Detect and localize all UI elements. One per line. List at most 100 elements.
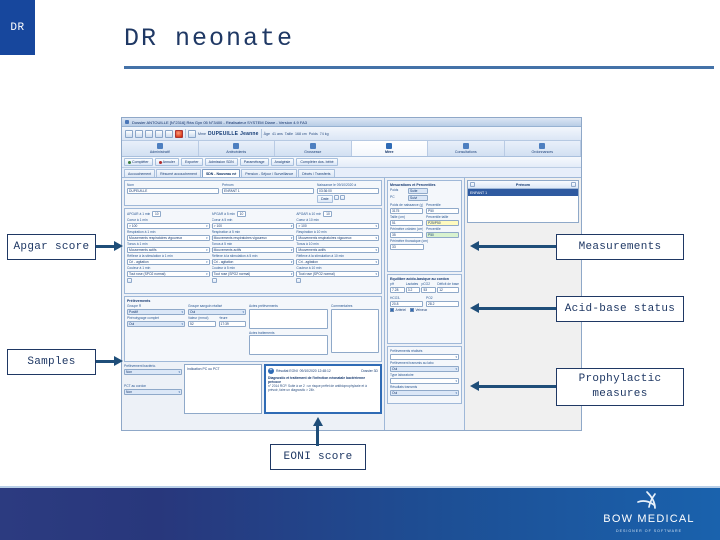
analgesie-button[interactable]: Analgésie	[270, 158, 295, 166]
main-tab-bar: Administratif Antécédents Grossesse Mère…	[122, 141, 581, 157]
perimetre-thoracique-input[interactable]: 33	[390, 243, 424, 250]
valeur-input[interactable]: 52	[188, 320, 216, 327]
prelevement-bacterio-select[interactable]: Non	[124, 368, 182, 375]
lactates-input[interactable]: 3.2	[405, 286, 421, 293]
actes-prelevements-textarea[interactable]	[249, 308, 328, 329]
exporter-button[interactable]: Exporter	[180, 158, 203, 166]
callout-label: EONI score	[283, 450, 353, 463]
apgar-5min-tonus[interactable]: Mouvements actifs	[211, 246, 295, 253]
prelevement-labo-select[interactable]: Oui	[390, 365, 459, 372]
apgar-10min-couleur[interactable]: Tout rose (SPO2 normal)	[296, 270, 380, 277]
eoni-indication-box[interactable]: Indication PC ou PCT	[184, 364, 262, 414]
tab-mere[interactable]: Mère	[351, 141, 428, 156]
prelevements-realises-select[interactable]	[390, 353, 459, 360]
apgar-10min-add-icon[interactable]	[296, 278, 302, 283]
field-label: Percentile taille	[426, 215, 449, 219]
field-label: Groupe sanguin réalisé	[188, 304, 223, 308]
field-label: Coeur à 1 min	[127, 218, 148, 222]
deficit-base-input[interactable]: 12	[437, 286, 460, 293]
record-icon[interactable]	[175, 129, 183, 138]
apgar-5min-reflexe[interactable]: Cri - agitation	[211, 258, 295, 265]
groupe-sanguin-select[interactable]: Oui	[188, 308, 246, 315]
subtab-sdn-nouveau-ne[interactable]: SDN - Nouveau né	[201, 169, 241, 177]
checkbox-icon	[390, 308, 394, 312]
tab-antecedents[interactable]: Antécédents	[199, 141, 275, 156]
apgar-1min-add-icon[interactable]	[127, 278, 132, 283]
field-label: Poids de naissance (g)	[390, 203, 423, 207]
ph-input[interactable]: 7.28	[390, 286, 405, 293]
apgar-5min-couleur[interactable]: Tout rose (SPO2 normal)	[211, 270, 295, 277]
resultats-transmis-select[interactable]: Oui	[390, 389, 459, 396]
admission-sdn-button[interactable]: Admission SDN	[204, 158, 238, 166]
subtab-accouchement[interactable]: Accouchement	[124, 169, 156, 177]
subtab-pension-sejour[interactable]: Pension - Séjour / Surveillance	[241, 169, 298, 177]
apgar-1min-couleur[interactable]: Tout rose (SPO2 normal)	[127, 270, 210, 277]
veineux-checkbox[interactable]: Veineux	[409, 308, 427, 312]
tab-grossesse[interactable]: Grossesse	[275, 141, 352, 156]
middle-column: Mesurations et Percentiles Poids Suite P…	[385, 178, 465, 430]
commentaires-textarea[interactable]	[331, 308, 379, 353]
callout-acid-base-arrow-line	[478, 307, 556, 310]
enfant-list-item[interactable]: ENFANT 1	[468, 189, 578, 196]
birth-time-input[interactable]: 03:36:00	[317, 187, 379, 194]
field-label: Commentaires	[331, 304, 353, 308]
apgar-5min-coeur[interactable]: > 100	[211, 222, 295, 229]
apgar-1min-reflexe[interactable]: Cri - agitation	[127, 258, 210, 265]
button-label: Date	[321, 197, 329, 201]
completer-button[interactable]: Compléter	[124, 158, 153, 166]
tab-ordonnances[interactable]: Ordonnances	[505, 141, 581, 156]
apgar-10min-tonus[interactable]: Mouvements actifs	[296, 246, 380, 253]
taille-input[interactable]: 51	[390, 219, 423, 226]
apgar-1min-tonus[interactable]: Mouvements actifs	[127, 246, 210, 253]
callout-label: Measurements	[578, 240, 662, 253]
callout-samples-arrow-line	[96, 360, 116, 363]
apgar-5min-respiration[interactable]: Mouvements respiratoires vigoureux	[211, 234, 295, 241]
print-preview-icon[interactable]	[155, 129, 163, 138]
subtab-deces-transferts[interactable]: Décès / Transferts	[298, 169, 335, 177]
pc-toggle-label: PC	[390, 195, 395, 199]
pct-cordon-select[interactable]: Non	[124, 388, 182, 395]
annuler-button[interactable]: Annuler	[154, 158, 179, 166]
phenotypage-select[interactable]: Oui	[127, 320, 185, 327]
save-icon[interactable]	[125, 129, 133, 138]
parametrage-button[interactable]: Paramétrage	[239, 158, 269, 166]
mesurations-panel: Mesurations et Percentiles Poids Suite P…	[387, 180, 462, 272]
apgar-1min-respiration[interactable]: Mouvements respiratoires vigoureux	[127, 234, 210, 241]
birth-date-button[interactable]: Date	[317, 195, 333, 203]
type-laboratoire-select[interactable]	[390, 377, 459, 384]
apgar-10min-respiration[interactable]: Mouvements respiratoires vigoureux	[296, 234, 380, 241]
apgar-10min-coeur[interactable]: > 100	[296, 222, 380, 229]
subtab-resume-accouchement[interactable]: Résumé accouchement	[156, 169, 201, 177]
delete-icon[interactable]	[339, 195, 345, 200]
callout-prophylactic-arrow-head	[470, 381, 479, 391]
chevron-down-icon[interactable]	[571, 182, 576, 187]
perimetre-cranien-input[interactable]: 35	[390, 231, 423, 238]
refresh-icon[interactable]	[470, 182, 475, 187]
edit-icon[interactable]	[333, 195, 339, 200]
plus-icon[interactable]: +	[268, 367, 274, 374]
po2-input[interactable]: 28.2	[426, 300, 459, 307]
open-icon[interactable]	[135, 129, 143, 138]
arteriel-checkbox[interactable]: Artériel	[390, 308, 406, 312]
eoni-note-author: Dossier 3D	[361, 369, 378, 373]
apgar-5min-add-icon[interactable]	[211, 278, 217, 283]
pc-suivi-button[interactable]: Suivi	[408, 195, 428, 201]
tab-consultations[interactable]: Consultations	[428, 141, 505, 156]
refresh-icon[interactable]	[165, 129, 173, 138]
completer-dossier-bebe-button[interactable]: Compléter dos. bébé	[296, 158, 338, 166]
apgar-10min-reflexe[interactable]: Cri - agitation	[296, 258, 380, 265]
poids-naissance-input[interactable]: 3175	[390, 207, 423, 214]
hco3-input[interactable]: 20.8	[390, 300, 423, 307]
apgar-1min-coeur[interactable]: > 100	[127, 222, 210, 229]
prenom-input[interactable]: ENFANT 1	[222, 187, 314, 194]
heure-input[interactable]: 17:39	[218, 320, 246, 327]
nom-input[interactable]: DUPEUILLE	[127, 187, 219, 194]
eoni-indication-label: Indication PC ou PCT	[187, 367, 220, 371]
pco2-input[interactable]: 53	[421, 286, 437, 293]
groupe-r-select[interactable]: Positif	[127, 308, 185, 315]
poids-suite-button[interactable]: Suite	[408, 188, 428, 194]
callout-apgar-score: Apgar score	[7, 234, 96, 260]
actes-traitements-textarea[interactable]	[249, 335, 328, 355]
tab-administratif[interactable]: Administratif	[122, 141, 199, 156]
print-icon[interactable]	[145, 129, 153, 138]
